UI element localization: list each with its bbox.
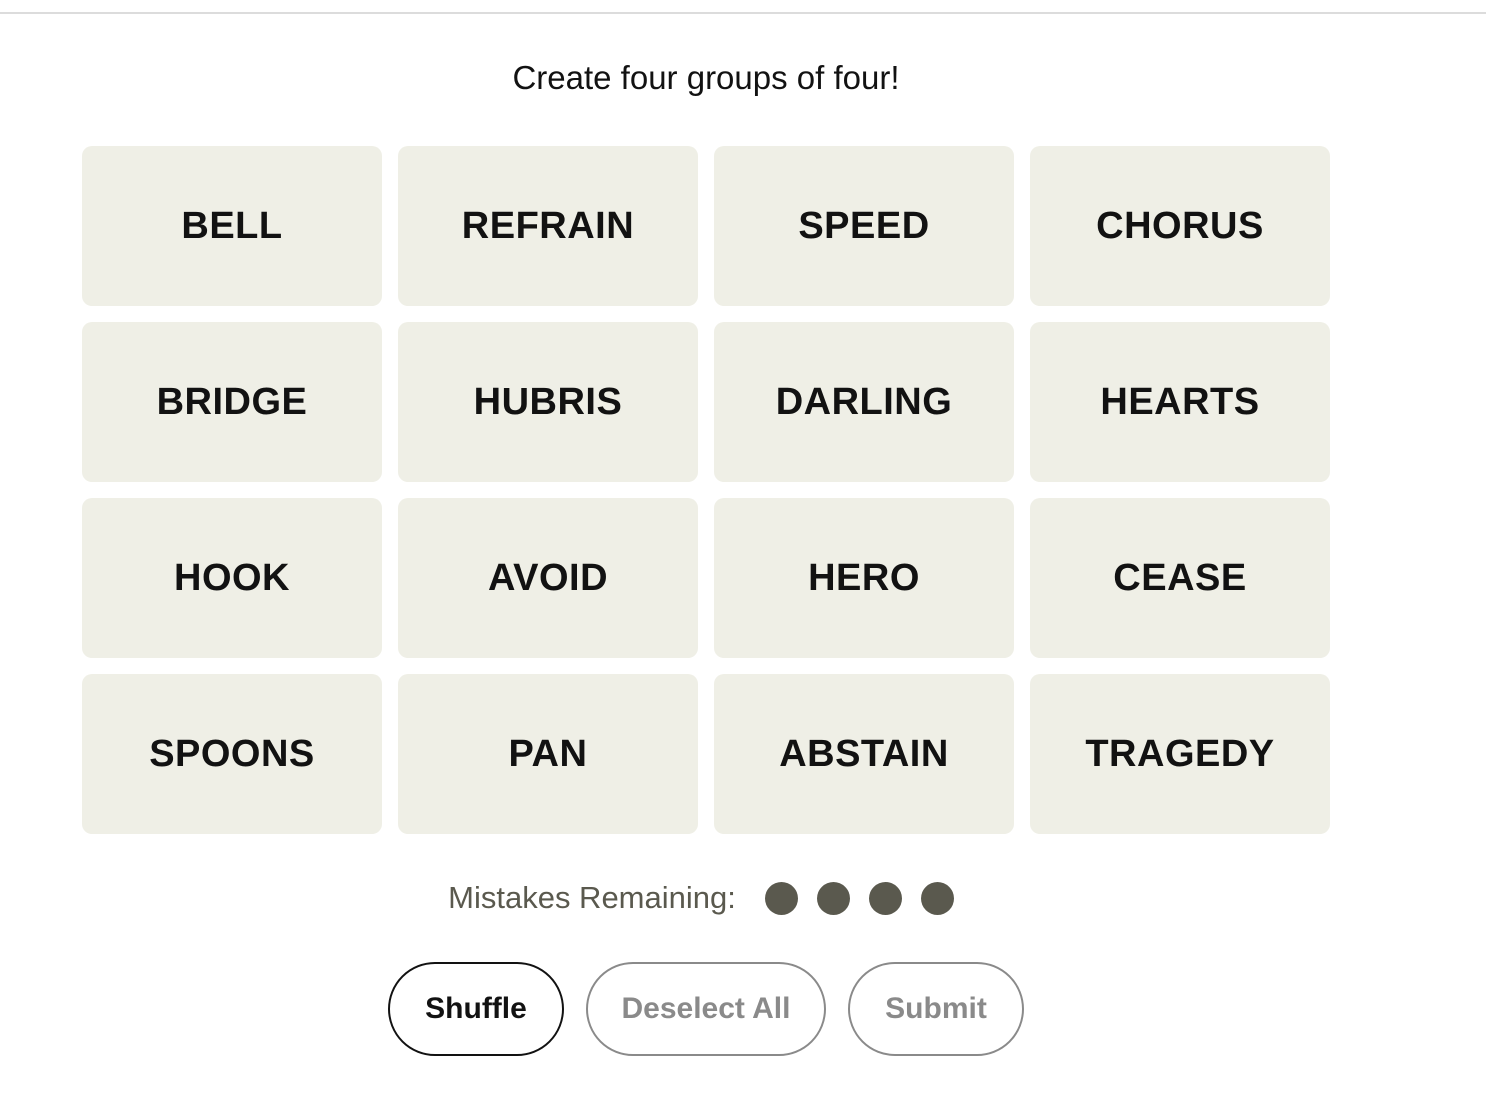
word-tile[interactable]: DARLING — [714, 322, 1014, 482]
word-tile-label: ABSTAIN — [779, 732, 949, 775]
word-grid: BELL REFRAIN SPEED CHORUS BRIDGE HUBRIS … — [82, 146, 1330, 834]
mistakes-remaining: Mistakes Remaining: — [0, 874, 1412, 922]
word-tile[interactable]: CHORUS — [1030, 146, 1330, 306]
instructions-text: Create four groups of four! — [512, 59, 900, 96]
word-tile-label: CHORUS — [1096, 204, 1264, 247]
deselect-all-button[interactable]: Deselect All — [586, 962, 826, 1056]
word-tile[interactable]: ABSTAIN — [714, 674, 1014, 834]
word-tile-label: REFRAIN — [461, 204, 635, 247]
word-tile-label: BELL — [181, 204, 283, 247]
word-tile-label: HEARTS — [1100, 380, 1260, 423]
submit-button[interactable]: Submit — [848, 962, 1024, 1056]
connections-game: Create four groups of four! BELL REFRAIN… — [0, 0, 1486, 1104]
word-tile-label: HUBRIS — [473, 380, 623, 423]
mistake-dot — [921, 881, 955, 915]
word-tile[interactable]: HEARTS — [1030, 322, 1330, 482]
shuffle-button[interactable]: Shuffle — [388, 962, 564, 1056]
mistake-dot — [869, 881, 903, 915]
word-tile-label: DARLING — [775, 380, 953, 423]
word-tile[interactable]: HERO — [714, 498, 1014, 658]
word-tile[interactable]: BRIDGE — [82, 322, 382, 482]
word-tile-label: CEASE — [1113, 556, 1247, 599]
word-tile[interactable]: HUBRIS — [398, 322, 698, 482]
word-tile-label: HOOK — [174, 556, 290, 599]
word-tile[interactable]: AVOID — [398, 498, 698, 658]
word-tile-label: HERO — [808, 556, 920, 599]
word-tile[interactable]: TRAGEDY — [1030, 674, 1330, 834]
word-tile[interactable]: REFRAIN — [398, 146, 698, 306]
word-tile[interactable]: HOOK — [82, 498, 382, 658]
word-tile-label: SPEED — [798, 204, 930, 247]
word-tile-label: BRIDGE — [156, 380, 308, 423]
mistake-dot — [765, 881, 799, 915]
game-controls: Shuffle Deselect All Submit — [0, 962, 1412, 1056]
word-tile[interactable]: SPEED — [714, 146, 1014, 306]
word-tile[interactable]: PAN — [398, 674, 698, 834]
mistakes-label: Mistakes Remaining: — [448, 880, 736, 915]
mistake-dot — [817, 881, 851, 915]
word-tile-label: PAN — [508, 732, 588, 775]
word-tile-label: SPOONS — [149, 732, 315, 775]
word-tile-label: AVOID — [487, 556, 609, 599]
word-tile-label: TRAGEDY — [1085, 732, 1275, 775]
word-tile[interactable]: CEASE — [1030, 498, 1330, 658]
word-tile[interactable]: BELL — [82, 146, 382, 306]
header-divider — [0, 12, 1486, 14]
word-tile[interactable]: SPOONS — [82, 674, 382, 834]
